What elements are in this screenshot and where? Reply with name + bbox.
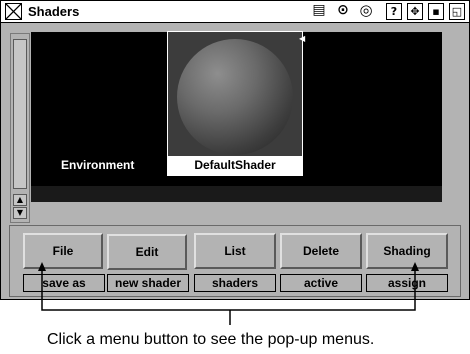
callout-lines — [38, 262, 419, 325]
instruction-caption: Click a menu button to see the pop-up me… — [47, 331, 375, 348]
